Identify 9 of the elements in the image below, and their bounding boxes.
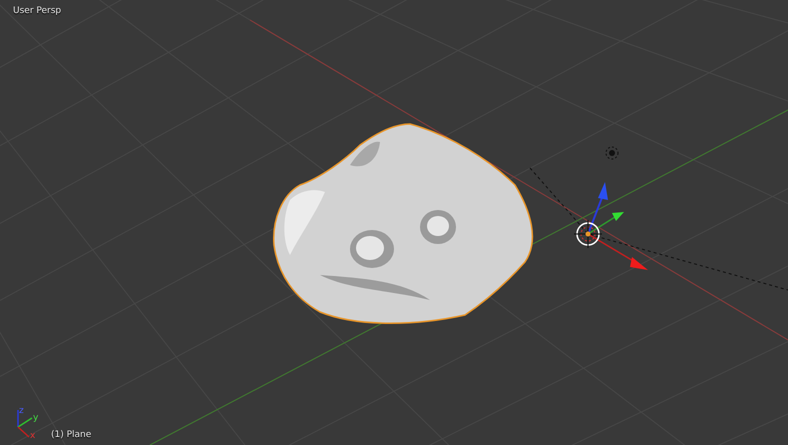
3d-viewport[interactable]: User Persp z y x (1) Plane bbox=[0, 0, 788, 445]
axis-orientation-icon bbox=[17, 410, 32, 438]
y-axis-label: y bbox=[33, 413, 38, 423]
x-axis-label: x bbox=[30, 431, 36, 441]
mesh-drawing[interactable] bbox=[273, 123, 534, 324]
z-axis-label: z bbox=[19, 406, 24, 416]
transform-gizmo[interactable] bbox=[574, 182, 648, 270]
view-label: User Persp bbox=[13, 6, 62, 16]
object-label: (1) Plane bbox=[51, 430, 92, 440]
